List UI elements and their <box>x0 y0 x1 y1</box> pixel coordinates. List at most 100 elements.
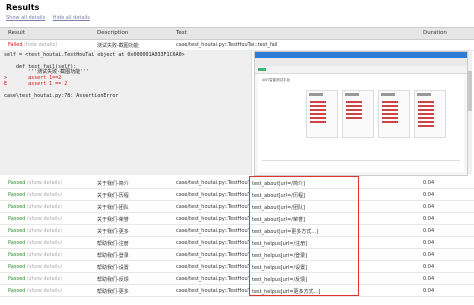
duration-cell: 0.04 <box>423 288 435 294</box>
table-row[interactable]: Passed (show details) 关于我们-更多 case/test_ho… <box>0 225 474 237</box>
show-details-toggle[interactable]: (show details) <box>27 288 62 294</box>
duration-cell: 0.04 <box>423 180 435 186</box>
test-path-cell: case/test_houtai.py::TestHouTai:: <box>176 180 250 186</box>
screenshot-logo: ANT智能测试平台 <box>262 78 291 82</box>
result-cell: Passed (show details) <box>8 180 62 186</box>
status-passed: Passed <box>8 228 26 234</box>
result-cell: Passed (show details) <box>8 228 62 234</box>
table-row[interactable]: Passed (show details) 帮助我们-登录 case/test_ho… <box>0 249 474 261</box>
screenshot-panel <box>414 90 446 138</box>
log-line: self = <test_houtai.TestHouTai object at… <box>4 52 185 58</box>
column-header-description[interactable]: Description <box>97 30 169 36</box>
duration-cell: 0.04 <box>423 228 435 234</box>
test-cell: case/test_houtai.py::TestHouTai::test_fa… <box>176 42 278 48</box>
description-cell: 关于我们-简介 <box>97 181 129 187</box>
status-passed: Passed <box>8 264 26 270</box>
status-passed: Passed <box>8 252 26 258</box>
result-cell: Passed (show details) <box>8 252 62 258</box>
duration-cell: 0.04 <box>423 216 435 222</box>
test-path-cell: case/test_houtai.py::TestHouTai:: <box>176 216 250 222</box>
result-cell: Passed (show details) <box>8 192 62 198</box>
duration-cell: 0.04 <box>423 204 435 210</box>
show-all-details-link[interactable]: Show all details <box>6 15 45 21</box>
test-path-cell: case/test_houtai.py::TestHouTai:: <box>176 252 250 258</box>
show-details-toggle[interactable]: (show details) <box>27 192 62 198</box>
test-path-cell: case/test_houtai.py::TestHouTai:: <box>176 288 250 294</box>
table-row[interactable]: Passed (show details) 关于我们-简介 case/test_ho… <box>0 177 474 189</box>
description-cell: 关于我们-更多 <box>97 229 129 235</box>
test-path-cell: case/test_houtai.py::TestHouTai:: <box>176 192 250 198</box>
table-row[interactable]: Passed (show details) 帮助我们-设置 case/test_ho… <box>0 261 474 273</box>
description-cell: 关于我们-团队 <box>97 205 129 211</box>
failure-log: self = <test_houtai.TestHouTai object at… <box>4 52 185 99</box>
description-cell: 帮助我们-注册 <box>97 241 129 247</box>
duration-cell: 0.04 <box>423 240 435 246</box>
column-header-duration[interactable]: Duration <box>423 30 447 36</box>
status-passed: Passed <box>8 204 26 210</box>
screenshot-footer-line <box>262 160 460 161</box>
description-cell: 帮助我们-更多 <box>97 289 129 295</box>
test-path-cell: case/test_houtai.py::TestHouTai:: <box>176 204 250 210</box>
status-passed: Passed <box>8 216 26 222</box>
column-header-result[interactable]: Result <box>8 30 25 36</box>
hide-details-toggle[interactable]: (hide details) <box>24 42 57 48</box>
show-details-toggle[interactable]: (show details) <box>27 276 62 282</box>
scrollbar-thumb[interactable] <box>468 71 472 111</box>
hide-all-details-link[interactable]: Hide all details <box>53 15 90 21</box>
description-cell: 帮助我们-登录 <box>97 253 129 259</box>
test-path-cell: case/test_houtai.py::TestHouTai:: <box>176 264 250 270</box>
show-details-toggle[interactable]: (show details) <box>27 216 62 222</box>
browser-tabbar <box>255 58 467 66</box>
show-details-toggle[interactable]: (show details) <box>27 264 62 270</box>
status-passed: Passed <box>8 276 26 282</box>
show-details-toggle[interactable]: (show details) <box>27 180 62 186</box>
duration-cell: 0.04 <box>423 252 435 258</box>
description-cell: 帮助我们-设置 <box>97 265 129 271</box>
secure-indicator <box>258 68 266 71</box>
table-row[interactable]: Passed (show details) 帮助我们-注册 case/test_ho… <box>0 237 474 249</box>
description-cell: 关于我们-荣誉 <box>97 217 129 223</box>
screenshot-panel <box>378 90 410 138</box>
table-row[interactable]: Passed (show details) 帮助我们-更多 case/test_ho… <box>0 285 474 297</box>
status-failed: Failed <box>8 42 23 48</box>
status-passed: Passed <box>8 240 26 246</box>
log-line: case\test_houtai.py:78: AssertionError <box>4 92 119 99</box>
details-links: Show all details Hide all details <box>6 15 96 21</box>
test-path-cell: case/test_houtai.py::TestHouTai:: <box>176 276 250 282</box>
duration-cell: 0.04 <box>423 192 435 198</box>
screenshot-panel <box>342 90 374 138</box>
screenshot-page: ANT智能测试平台 <box>258 74 464 172</box>
table-row[interactable]: Passed (show details) 关于我们-历程 case/test_ho… <box>0 189 474 201</box>
show-details-toggle[interactable]: (show details) <box>27 228 62 234</box>
failure-log-panel: self = <test_houtai.TestHouTai object at… <box>0 50 252 175</box>
status-passed: Passed <box>8 192 26 198</box>
test-path-cell: case/test_houtai.py::TestHouTai:: <box>176 240 250 246</box>
table-row[interactable]: Passed (show details) 关于我们-荣誉 case/test_ho… <box>0 213 474 225</box>
result-cell: Passed (show details) <box>8 288 62 294</box>
test-path-cell: case/test_houtai.py::TestHouTai:: <box>176 228 250 234</box>
duration-cell: 0.04 <box>423 276 435 282</box>
result-cell: Passed (show details) <box>8 240 62 246</box>
column-header-test[interactable]: Test <box>176 30 250 36</box>
screenshot-panel <box>306 90 338 138</box>
result-cell: Failed (hide details) <box>8 42 57 48</box>
description-cell: 测试失败-截图功能 <box>97 43 139 49</box>
page-title: Results <box>6 3 40 12</box>
description-cell: 帮助我们-反馈 <box>97 277 129 283</box>
status-passed: Passed <box>8 180 26 186</box>
result-cell: Passed (show details) <box>8 216 62 222</box>
duration-cell: 0.04 <box>423 264 435 270</box>
show-details-toggle[interactable]: (show details) <box>27 240 62 246</box>
result-cell: Passed (show details) <box>8 204 62 210</box>
show-details-toggle[interactable]: (show details) <box>27 204 62 210</box>
status-passed: Passed <box>8 288 26 294</box>
table-row[interactable]: Passed (show details) 帮助我们-反馈 case/test_ho… <box>0 273 474 285</box>
description-cell: 关于我们-历程 <box>97 193 129 199</box>
failure-screenshot: ANT智能测试平台 <box>254 51 468 176</box>
table-row[interactable]: Passed (show details) 关于我们-团队 case/test_ho… <box>0 201 474 213</box>
screenshot-scrollbar[interactable] <box>468 51 472 174</box>
result-cell: Passed (show details) <box>8 264 62 270</box>
show-details-toggle[interactable]: (show details) <box>27 252 62 258</box>
browser-addressbar <box>255 66 467 74</box>
highlight-box <box>249 176 359 296</box>
